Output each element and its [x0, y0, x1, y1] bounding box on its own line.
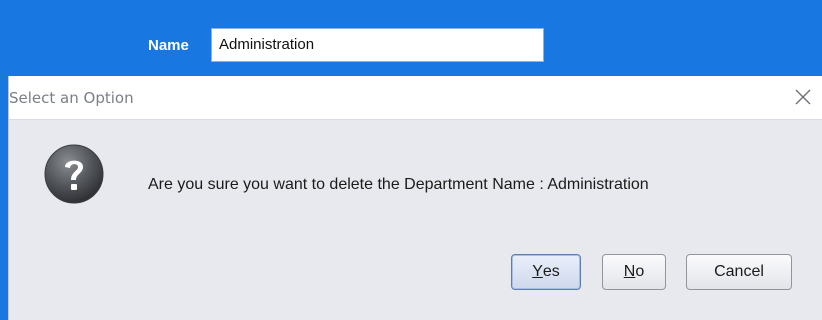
dialog-titlebar: Select an Option [9, 76, 822, 120]
no-label-rest: o [635, 263, 645, 280]
question-icon [43, 143, 105, 205]
name-label: Name [148, 37, 189, 54]
name-input[interactable]: Administration [211, 28, 544, 62]
close-icon [795, 89, 811, 105]
cancel-button[interactable]: Cancel [686, 254, 792, 290]
department-form-strip: Name Administration [0, 0, 822, 76]
dialog-title: Select an Option [9, 89, 134, 107]
dialog-message: Are you sure you want to delete the Depa… [148, 176, 649, 193]
confirm-dialog: Select an Option Are you sure you want t… [8, 76, 822, 320]
no-mnemonic: N [623, 263, 636, 280]
no-button[interactable]: No [602, 254, 666, 290]
cancel-label: Cancel [714, 263, 764, 280]
yes-button[interactable]: Yes [511, 254, 581, 290]
close-button[interactable] [791, 85, 815, 109]
yes-mnemonic: Y [532, 263, 543, 280]
yes-label-rest: es [542, 263, 560, 280]
